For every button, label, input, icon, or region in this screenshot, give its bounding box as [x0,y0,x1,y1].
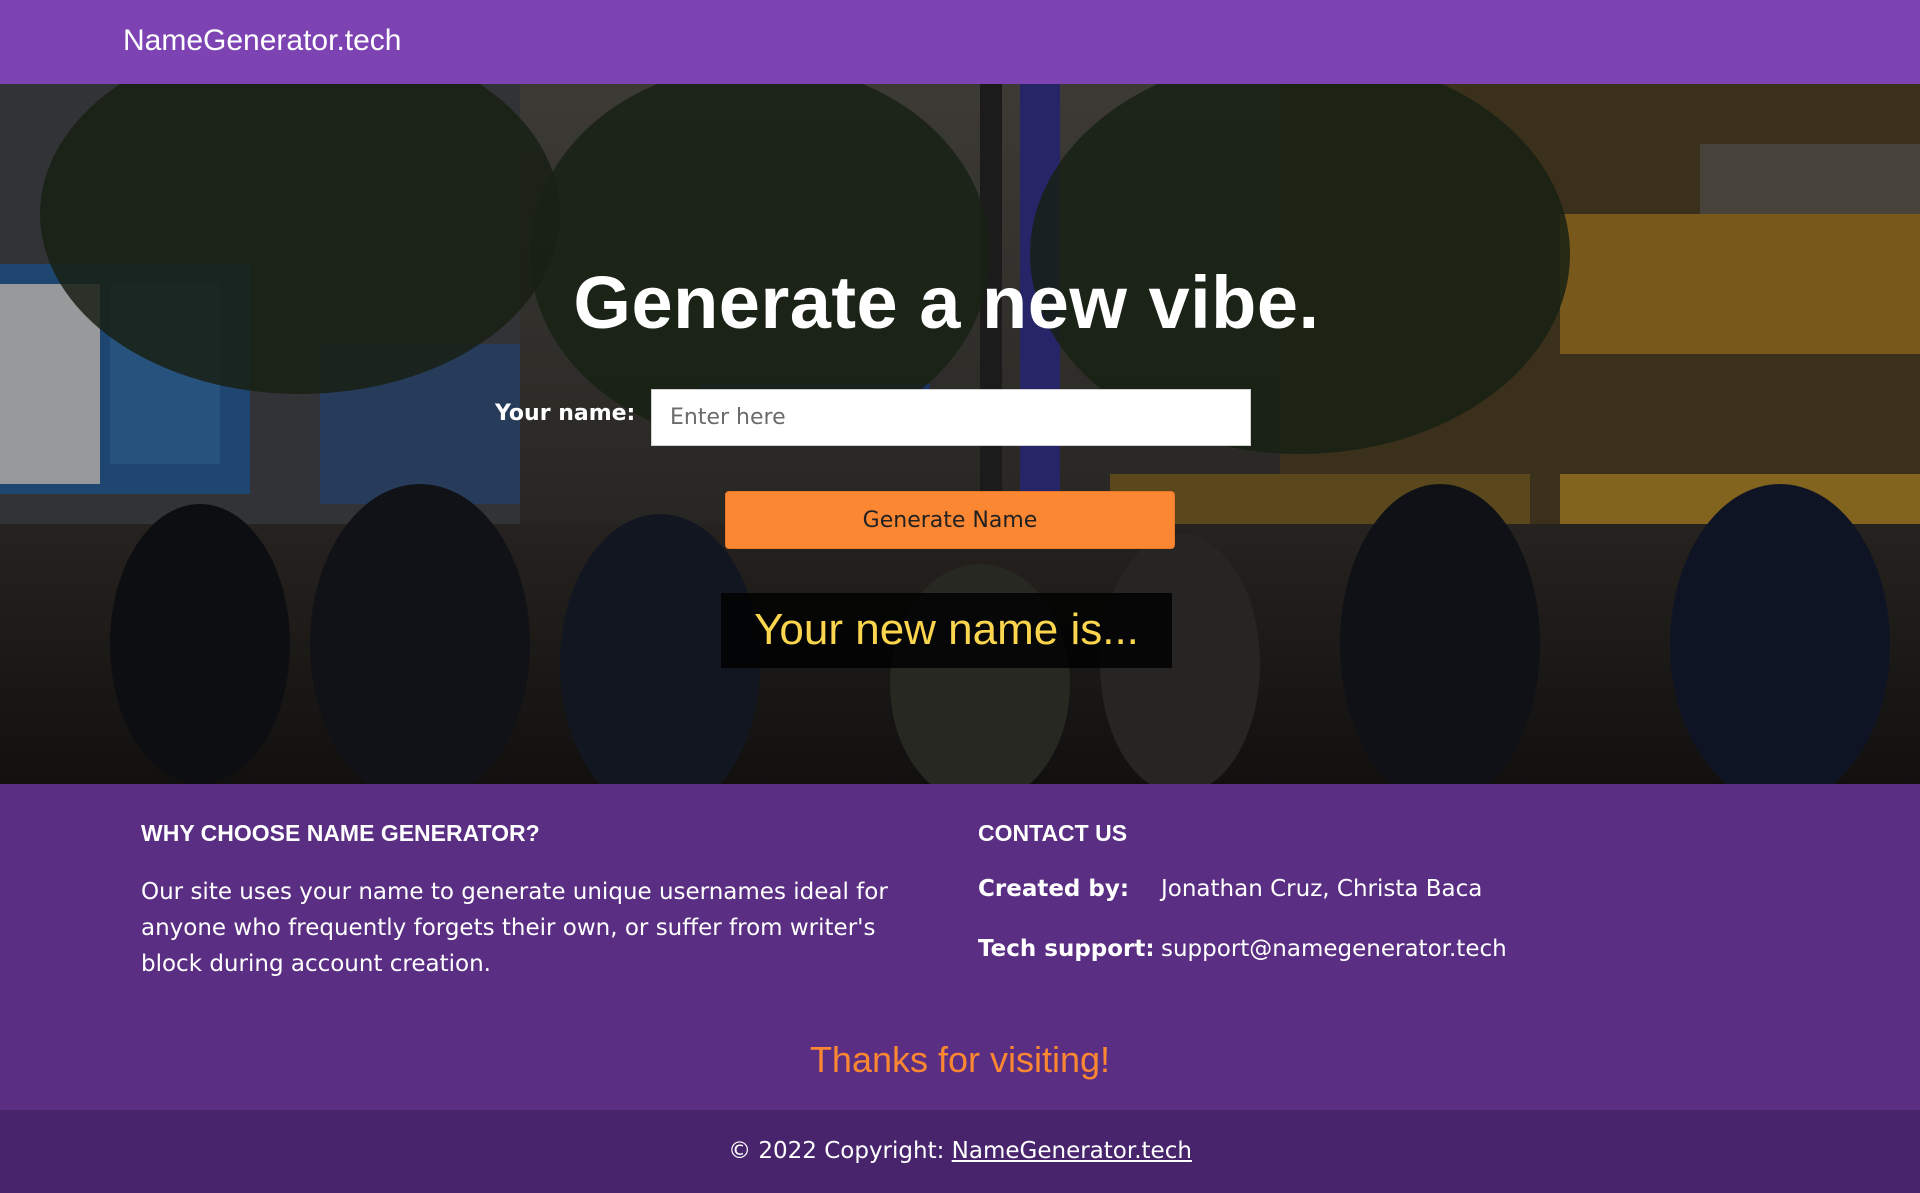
created-by-value: Jonathan Cruz, Christa Baca [1161,876,1483,902]
why-heading: WHY CHOOSE NAME GENERATOR? [141,820,540,846]
footer: WHY CHOOSE NAME GENERATOR? Our site uses… [0,784,1920,1110]
hero-section: Generate a new vibe. Your name: Generate… [0,84,1920,784]
name-label: Your name: [495,401,636,426]
why-description: Our site uses your name to generate uniq… [141,879,888,977]
created-by-label: Created by: [978,876,1130,902]
contact-heading: CONTACT US [978,820,1128,846]
thanks-message: Thanks for visiting! [809,1039,1111,1080]
hero-title: Generate a new vibe. [573,261,1320,344]
brand-link[interactable]: NameGenerator.tech [123,24,401,58]
contact-created-by-row: Created by: Jonathan Cruz, Christa Baca [978,876,1482,902]
generate-name-button[interactable]: Generate Name [725,491,1175,549]
contact-support-row: Tech support: support@namegenerator.tech [978,936,1507,962]
generated-name-result: Your new name is... [721,593,1172,668]
support-email[interactable]: support@namegenerator.tech [1161,936,1507,962]
support-label: Tech support: [978,936,1155,962]
copyright-link[interactable]: NameGenerator.tech [952,1138,1192,1164]
name-input[interactable] [651,389,1251,446]
copyright-text: © 2022 Copyright: NameGenerator.tech [0,1110,1920,1193]
copyright-bar: © 2022 Copyright: NameGenerator.tech [0,1110,1920,1193]
copyright-prefix: © 2022 Copyright: [728,1138,952,1164]
top-navbar: NameGenerator.tech [0,0,1920,84]
